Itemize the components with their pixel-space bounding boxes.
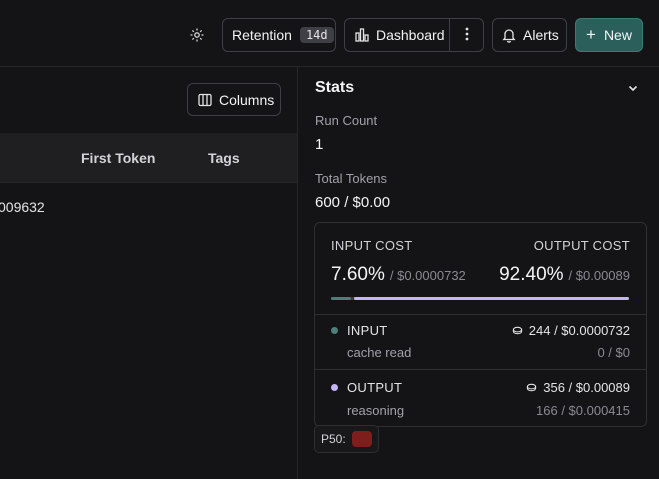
run-count-label: Run Count [315,113,378,128]
settings-gear-icon[interactable] [189,27,205,46]
runs-table-panel: Columns First Token Tags 009632 [0,67,297,479]
dashboard-button[interactable]: Dashboard [345,19,451,51]
token-coin-icon [512,325,523,336]
columns-label: Columns [219,91,275,108]
input-cost-summary: 7.60% / $0.0000732 [331,264,466,286]
chevron-down-icon[interactable] [627,81,639,97]
new-button[interactable]: + New [575,18,643,52]
retention-badge: 14d [299,27,334,43]
output-cost-summary: 92.40% / $0.00089 [499,264,630,286]
p50-latency-badge: P50: [314,425,379,453]
cost-split-bar [331,297,629,300]
table-row[interactable]: 009632 [0,199,45,215]
input-cost-percent: 7.60% [331,264,385,285]
input-sub-label: cache read [347,345,412,360]
columns-button[interactable]: Columns [187,83,281,116]
output-dot [331,384,338,391]
alerts-button[interactable]: Alerts [492,18,567,52]
dashboard-icon [354,27,370,43]
cost-breakdown-card: INPUT COST OUTPUT COST 7.60% / $0.000073… [314,222,647,427]
total-tokens-value: 600 / $0.00 [315,194,391,211]
run-count-value: 1 [315,136,324,153]
p50-label: P50: [321,432,346,446]
dashboard-label: Dashboard [376,27,445,43]
output-row-value-text: 356 / $0.00089 [543,380,630,395]
input-sub-value: 0 / $0 [597,345,630,360]
output-cost-label: OUTPUT COST [533,238,630,253]
output-cost-bar [353,297,629,300]
input-row-value: 244 / $0.0000732 [512,323,630,338]
input-dot [331,327,338,334]
total-tokens-label: Total Tokens [315,171,388,186]
token-coin-icon [526,382,537,393]
output-sub-value: 166 / $0.000415 [536,403,630,418]
column-header-tags[interactable]: Tags [208,150,240,166]
table-cell-value: 009632 [0,199,45,215]
p50-value-pill [351,431,372,447]
input-cost-amount: / $0.0000732 [389,268,466,283]
alerts-label: Alerts [523,27,559,43]
top-bar: Retention 14d Dashboard Alerts + New [0,0,659,67]
plus-icon: + [586,25,596,44]
input-cost-bar [331,297,351,300]
more-vertical-icon [465,26,469,45]
output-row-value: 356 / $0.00089 [526,380,630,395]
columns-icon [197,92,213,108]
stats-panel: Stats Run Count 1 Total Tokens 600 / $0.… [298,67,659,479]
card-divider [315,369,646,370]
stats-title: Stats [315,79,355,96]
dashboard-button-group: Dashboard [344,18,484,52]
card-divider [315,314,646,315]
table-header: First Token Tags [0,133,297,183]
dashboard-more-button[interactable] [450,19,483,51]
output-cost-amount: / $0.00089 [568,268,630,283]
input-row-label: INPUT [347,323,388,338]
output-sub-label: reasoning [347,403,405,418]
column-header-first-token[interactable]: First Token [81,150,155,166]
input-row-value-text: 244 / $0.0000732 [528,323,630,338]
output-row-label: OUTPUT [347,380,403,395]
bell-icon [501,27,517,43]
retention-label: Retention [232,27,292,43]
new-label: New [603,27,632,43]
retention-button[interactable]: Retention 14d [222,18,336,52]
output-cost-percent: 92.40% [499,264,564,285]
input-cost-label: INPUT COST [331,238,413,253]
